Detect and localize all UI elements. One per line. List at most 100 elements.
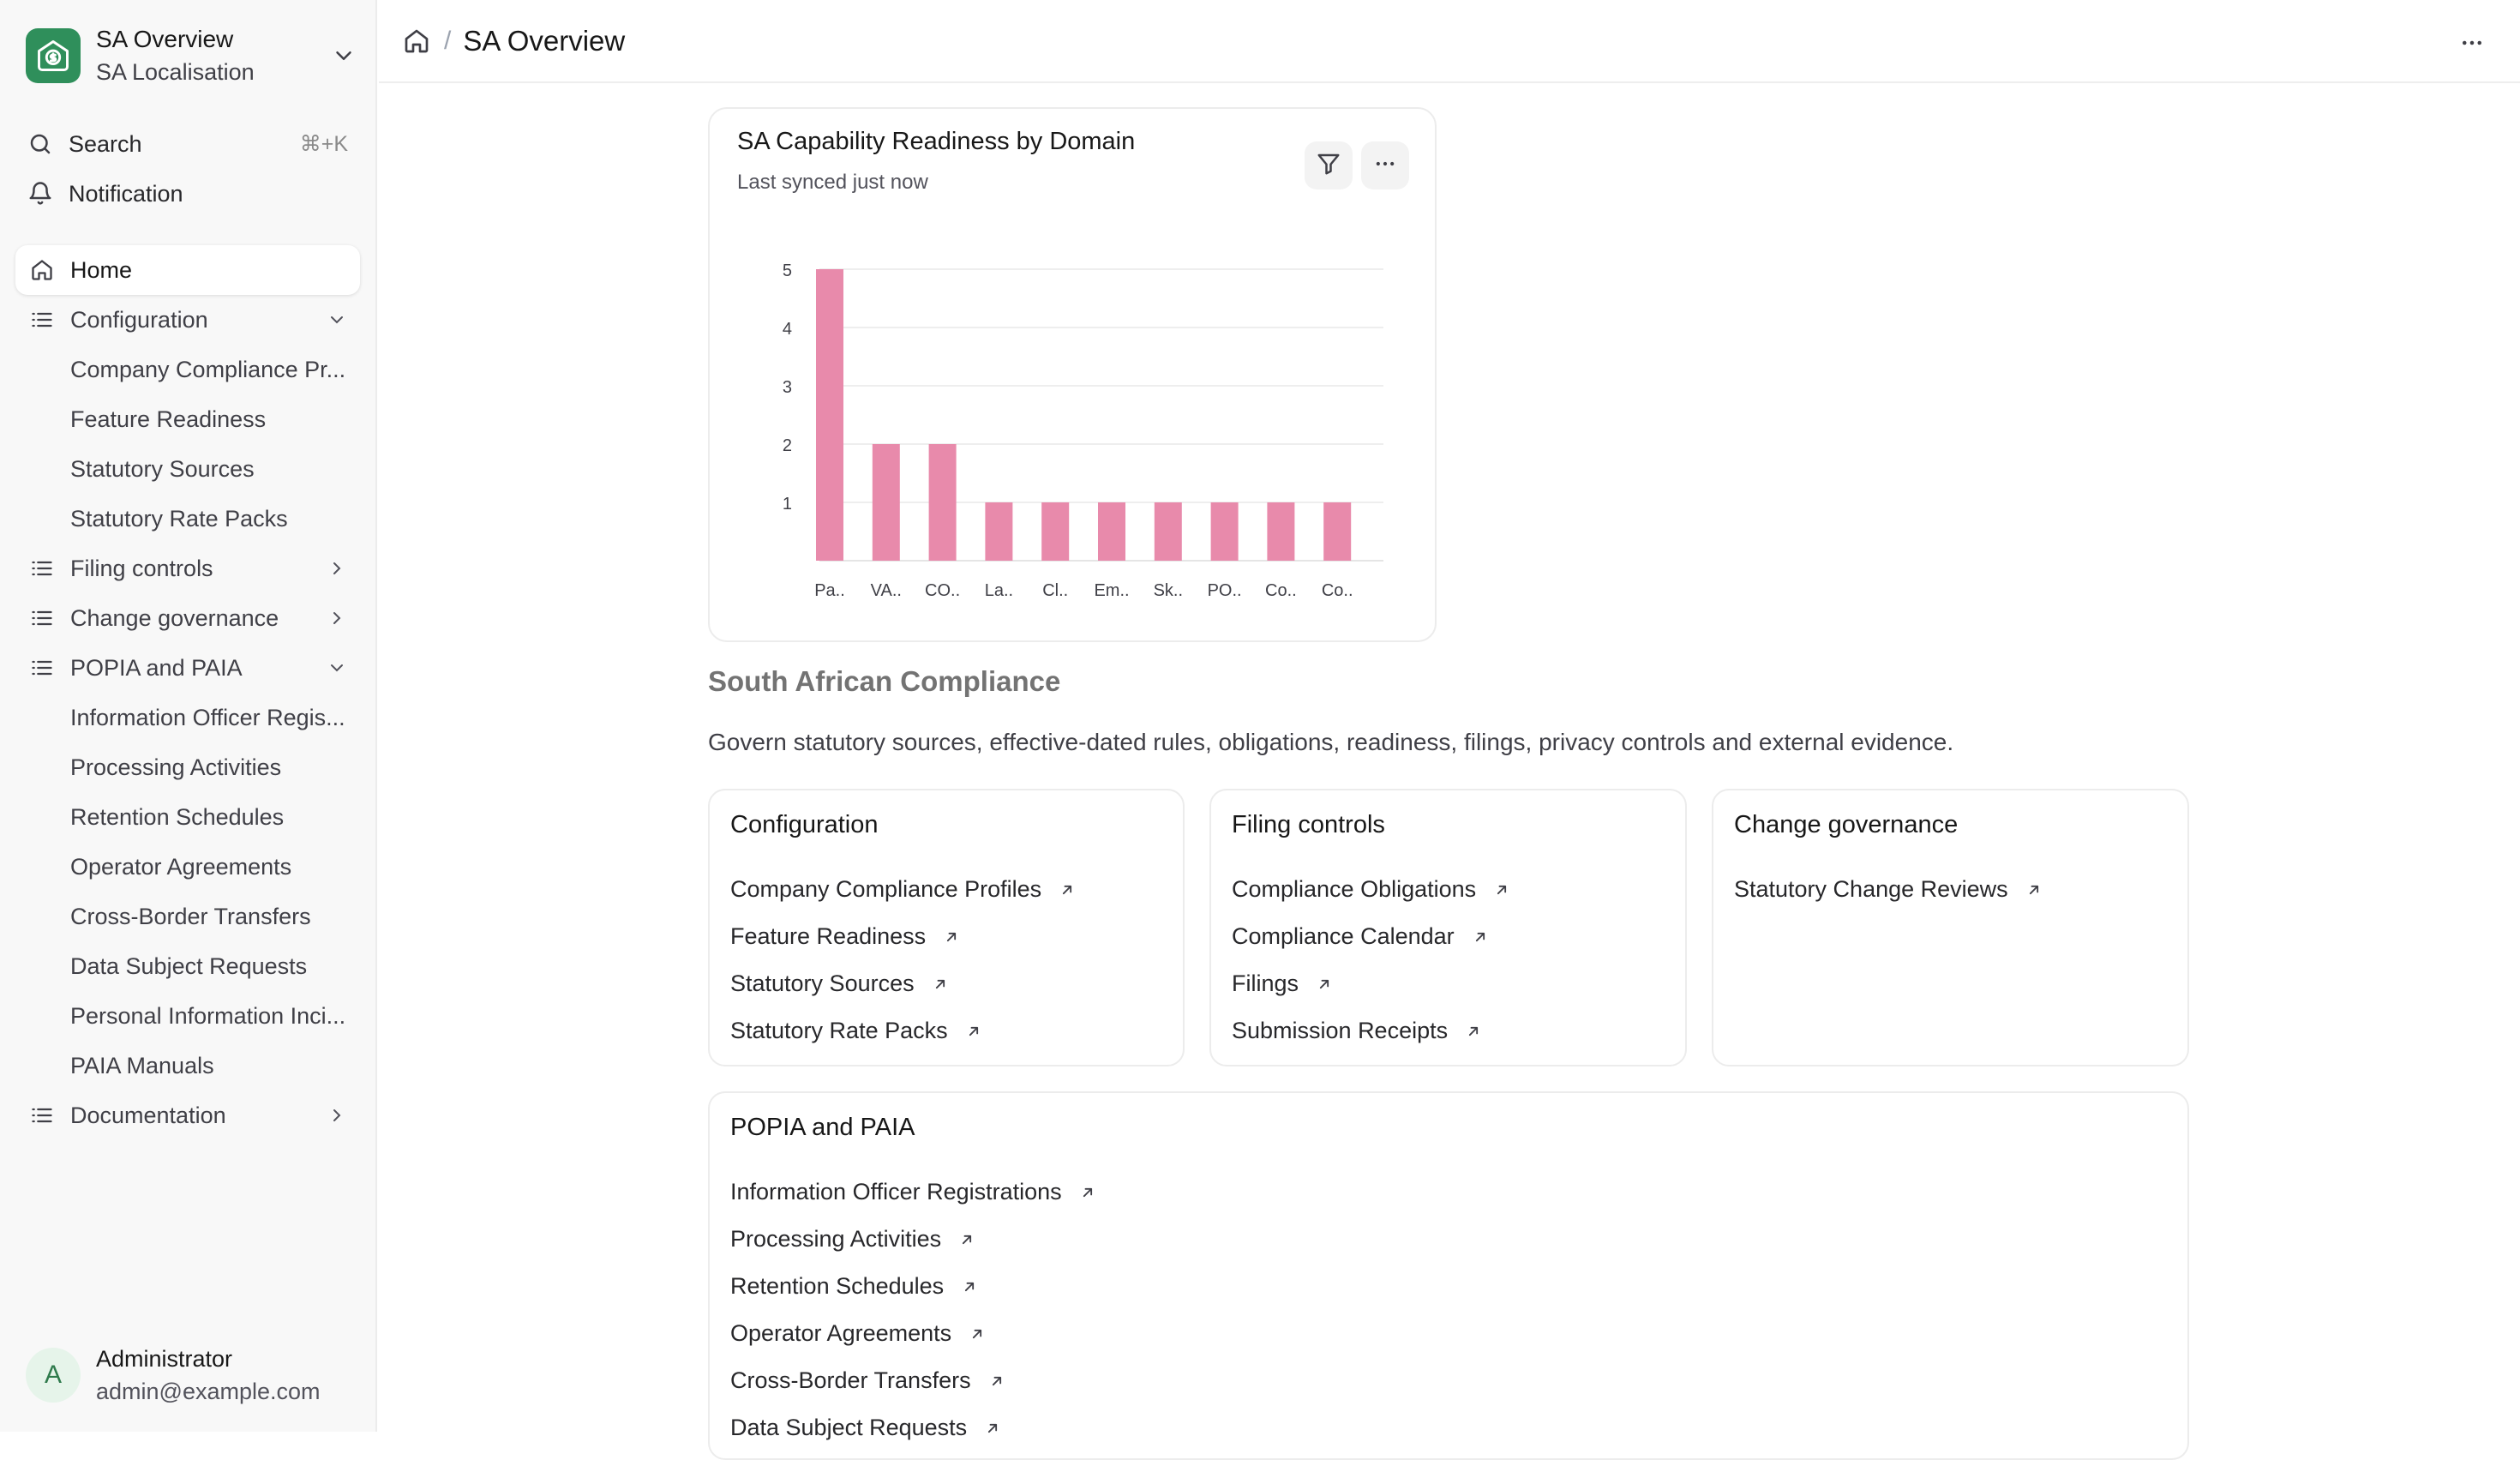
bar[interactable] bbox=[985, 502, 1013, 561]
y-tick-label: 4 bbox=[783, 320, 792, 339]
external-link-icon bbox=[987, 1371, 1007, 1391]
sidebar-subitem-personal-information-incidents[interactable]: Personal Information Inci... bbox=[15, 991, 360, 1041]
link-item[interactable]: Compliance Calendar bbox=[1232, 913, 1512, 960]
sidebar-item-documentation[interactable]: Documentation bbox=[15, 1090, 360, 1140]
link-label: Data Subject Requests bbox=[730, 1415, 968, 1440]
link-label: Information Officer Registrations bbox=[730, 1179, 1062, 1205]
search-button[interactable]: Search ⌘+K bbox=[26, 123, 348, 165]
user-email: admin@example.com bbox=[96, 1379, 321, 1404]
y-tick-label: 2 bbox=[783, 436, 792, 455]
sidebar-subitem-paia-manuals[interactable]: PAIA Manuals bbox=[15, 1041, 360, 1090]
x-tick-label: Em.. bbox=[1094, 581, 1129, 600]
bar[interactable] bbox=[1210, 502, 1239, 561]
sidebar-item-popia-paia[interactable]: POPIA and PAIA bbox=[15, 643, 360, 693]
link-item[interactable]: Processing Activities bbox=[730, 1216, 1098, 1263]
external-link-icon bbox=[941, 927, 962, 947]
link-item[interactable]: Compliance Obligations bbox=[1232, 866, 1512, 913]
link-item[interactable]: Feature Readiness bbox=[730, 913, 1077, 960]
sidebar-subitem-statutory-rate-packs[interactable]: Statutory Rate Packs bbox=[15, 494, 360, 544]
sidebar-item-label: POPIA and PAIA bbox=[70, 654, 243, 681]
breadcrumb: / SA Overview bbox=[401, 22, 625, 60]
app-logo-icon bbox=[26, 28, 81, 83]
link-list: Information Officer Registrations Process… bbox=[730, 1169, 1098, 1451]
link-item[interactable]: Statutory Change Reviews bbox=[1734, 866, 2044, 913]
sidebar-subitem-operator-agreements[interactable]: Operator Agreements bbox=[15, 842, 360, 892]
notification-label: Notification bbox=[69, 180, 183, 207]
sidebar-subitem-data-subject-requests[interactable]: Data Subject Requests bbox=[15, 941, 360, 991]
link-label: Cross-Border Transfers bbox=[730, 1367, 971, 1393]
link-label: Company Compliance Profiles bbox=[730, 876, 1042, 902]
bar[interactable] bbox=[1154, 502, 1182, 561]
sidebar: SA Overview SA Localisation Search ⌘+K N… bbox=[0, 0, 377, 1432]
external-link-icon bbox=[1077, 1182, 1098, 1203]
link-label: Processing Activities bbox=[730, 1226, 942, 1252]
sidebar-item-label: Documentation bbox=[70, 1102, 226, 1128]
sidebar-item-change-governance[interactable]: Change governance bbox=[15, 593, 360, 643]
sidebar-item-label: Change governance bbox=[70, 604, 279, 631]
external-link-icon bbox=[959, 1277, 980, 1297]
link-label: Compliance Obligations bbox=[1232, 876, 1477, 902]
configuration-card: Configuration Company Compliance Profile… bbox=[708, 789, 1185, 1066]
workspace-subtitle: SA Localisation bbox=[96, 59, 255, 85]
workspace-text: SA Overview SA Localisation bbox=[96, 23, 331, 88]
x-tick-label: VA.. bbox=[871, 581, 902, 600]
sidebar-subitem-processing-activities[interactable]: Processing Activities bbox=[15, 742, 360, 792]
link-item[interactable]: Data Subject Requests bbox=[730, 1404, 1098, 1451]
notification-button[interactable]: Notification bbox=[26, 173, 348, 214]
link-item[interactable]: Statutory Sources bbox=[730, 960, 1077, 1007]
external-link-icon bbox=[1314, 974, 1335, 994]
workspace-title: SA Overview bbox=[96, 26, 234, 52]
top-bar: / SA Overview bbox=[379, 0, 2520, 83]
external-link-icon bbox=[967, 1324, 987, 1344]
card-title: Configuration bbox=[730, 811, 879, 838]
link-item[interactable]: Retention Schedules bbox=[730, 1263, 1098, 1310]
user-menu[interactable]: A Administrator admin@example.com bbox=[26, 1343, 321, 1408]
bar-chart: 1 2 3 4 5 Pa.. VA.. CO.. La.. Cl.. Em.. Sk.. PO.. Co.… bbox=[783, 261, 1383, 600]
chevron-right-icon bbox=[326, 607, 348, 629]
external-link-icon bbox=[2024, 880, 2044, 900]
sidebar-item-home[interactable]: Home bbox=[15, 245, 360, 295]
bar[interactable] bbox=[1098, 502, 1125, 561]
y-tick-label: 5 bbox=[783, 261, 792, 280]
bar[interactable] bbox=[1267, 502, 1295, 561]
home-icon bbox=[27, 255, 57, 285]
sidebar-item-filing-controls[interactable]: Filing controls bbox=[15, 544, 360, 593]
sidebar-item-configuration[interactable]: Configuration bbox=[15, 295, 360, 345]
x-tick-label: PO.. bbox=[1208, 581, 1242, 600]
home-icon[interactable] bbox=[401, 26, 432, 57]
x-tick-label: Sk.. bbox=[1154, 581, 1183, 600]
sidebar-subitem-statutory-sources[interactable]: Statutory Sources bbox=[15, 444, 360, 494]
link-item[interactable]: Cross-Border Transfers bbox=[730, 1357, 1098, 1404]
sidebar-subitem-retention-schedules[interactable]: Retention Schedules bbox=[15, 792, 360, 842]
link-label: Filings bbox=[1232, 970, 1299, 996]
link-label: Statutory Change Reviews bbox=[1734, 876, 2008, 902]
bar[interactable] bbox=[816, 269, 843, 561]
chevron-down-icon bbox=[326, 309, 348, 331]
card-title: POPIA and PAIA bbox=[730, 1114, 915, 1141]
sidebar-item-label: Configuration bbox=[70, 306, 208, 333]
chevron-down-icon[interactable] bbox=[331, 43, 357, 69]
external-link-icon bbox=[1057, 880, 1077, 900]
link-item[interactable]: Filings bbox=[1232, 960, 1512, 1007]
link-list: Compliance Obligations Compliance Calenda… bbox=[1232, 866, 1512, 1054]
sidebar-subitem-cross-border-transfers[interactable]: Cross-Border Transfers bbox=[15, 892, 360, 941]
sidebar-subitem-information-officer[interactable]: Information Officer Regis... bbox=[15, 693, 360, 742]
more-icon[interactable] bbox=[2455, 26, 2489, 60]
list-icon bbox=[27, 1101, 57, 1130]
bar[interactable] bbox=[1041, 502, 1070, 561]
page-title: SA Overview bbox=[463, 25, 626, 57]
link-item[interactable]: Information Officer Registrations bbox=[730, 1169, 1098, 1216]
sidebar-subitem-company-compliance[interactable]: Company Compliance Pr... bbox=[15, 345, 360, 394]
bar[interactable] bbox=[872, 444, 900, 561]
x-tick-label: Pa.. bbox=[814, 581, 845, 600]
link-item[interactable]: Company Compliance Profiles bbox=[730, 866, 1077, 913]
bar[interactable] bbox=[1323, 502, 1352, 561]
sidebar-subitem-feature-readiness[interactable]: Feature Readiness bbox=[15, 394, 360, 444]
external-link-icon bbox=[930, 974, 951, 994]
x-tick-label: Co.. bbox=[1265, 581, 1297, 600]
workspace-switcher[interactable]: SA Overview SA Localisation bbox=[26, 26, 357, 86]
link-item[interactable]: Statutory Rate Packs bbox=[730, 1007, 1077, 1054]
link-item[interactable]: Operator Agreements bbox=[730, 1310, 1098, 1357]
link-item[interactable]: Submission Receipts bbox=[1232, 1007, 1512, 1054]
bar[interactable] bbox=[928, 444, 957, 561]
